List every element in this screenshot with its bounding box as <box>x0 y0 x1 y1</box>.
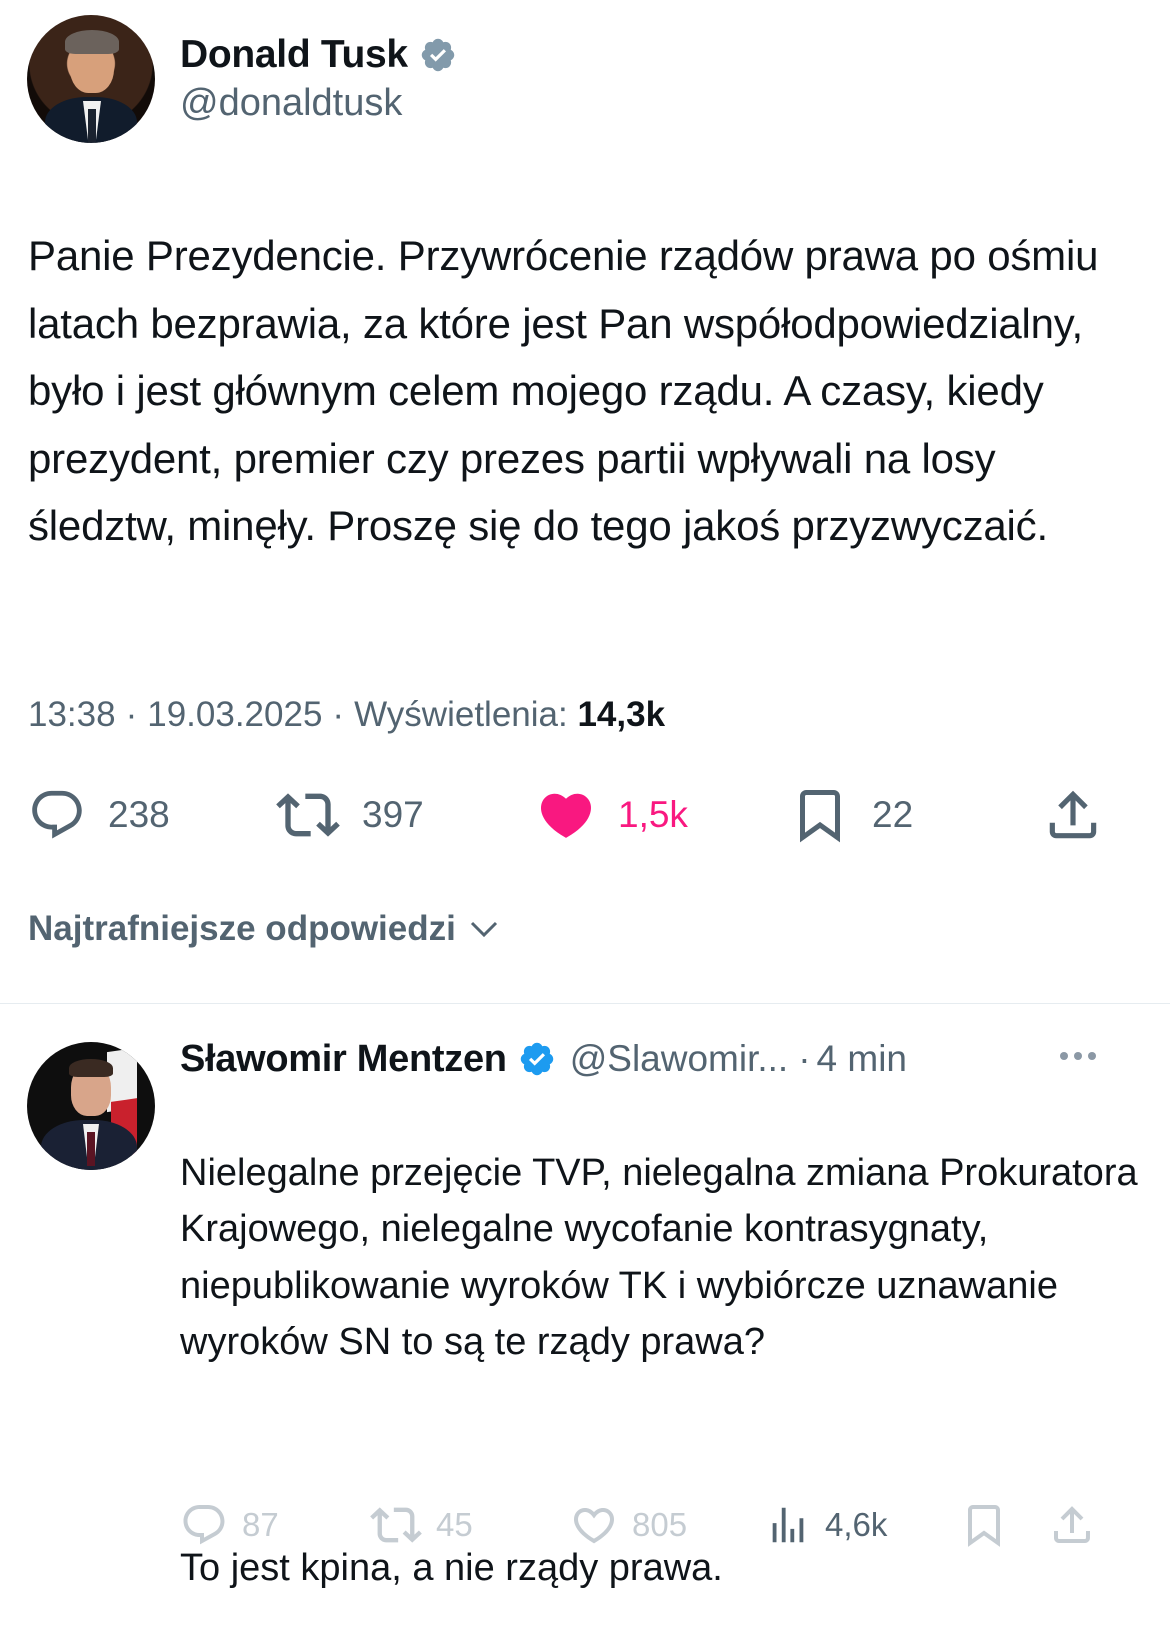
share-icon <box>1054 1506 1090 1543</box>
reply-actions: 87 45 805 4,6k <box>0 1500 1170 1550</box>
reply-bookmark-button[interactable] <box>960 1500 1008 1550</box>
verified-badge-icon <box>520 1042 553 1076</box>
reply-header: Sławomir Mentzen @Slawomir... · 4 min <box>180 1036 907 1082</box>
heart-filled-icon <box>540 793 592 838</box>
reply-share-button[interactable] <box>1048 1500 1096 1550</box>
replies-sort-dropdown[interactable]: Najtrafniejsze odpowiedzi <box>28 909 502 949</box>
meta-separator: · <box>332 695 345 734</box>
bookmark-count: 22 <box>872 794 914 835</box>
reply-paragraph: Nielegalne przejęcie TVP, nielegalna zmi… <box>180 1151 1138 1364</box>
reply-views-button[interactable]: 4,6k <box>765 1500 887 1550</box>
author-avatar[interactable] <box>27 15 155 143</box>
reply-author-name[interactable]: Sławomir Mentzen <box>180 1038 507 1081</box>
share-icon <box>1049 790 1097 839</box>
views-label: Wyświetlenia: <box>354 695 568 734</box>
repost-icon <box>370 1507 422 1543</box>
replies-sort-label: Najtrafniejsze odpowiedzi <box>28 909 456 948</box>
reply-reply-count: 87 <box>242 1506 279 1543</box>
reply-count: 238 <box>108 794 170 835</box>
meta-separator: · <box>125 695 138 734</box>
reply-repost-count: 45 <box>436 1506 473 1543</box>
share-button[interactable] <box>1042 780 1104 850</box>
author-name-row[interactable]: Donald Tusk <box>180 33 457 77</box>
repost-count: 397 <box>362 794 424 835</box>
heart-icon <box>573 1508 615 1544</box>
repost-button[interactable]: 397 <box>276 780 424 850</box>
verified-government-badge-icon <box>421 38 455 72</box>
bookmark-icon <box>800 790 840 843</box>
tweet-time[interactable]: 13:38 <box>28 695 116 735</box>
like-button[interactable]: 1,5k <box>536 780 688 850</box>
tweet-date[interactable]: 19.03.2025 <box>147 695 322 735</box>
repost-icon <box>276 793 340 837</box>
reply-separator: · <box>798 1038 811 1079</box>
tweet-actions: 238 397 1,5k 22 <box>0 780 1170 850</box>
author-handle[interactable]: @donaldtusk <box>180 82 402 125</box>
reply-icon <box>183 1505 225 1545</box>
reply-author-avatar[interactable] <box>27 1042 155 1170</box>
reply-author-handle[interactable]: @Slawomir... <box>570 1038 789 1080</box>
reply-icon <box>32 790 82 839</box>
reply-views-count: 4,6k <box>825 1506 888 1543</box>
tweet-meta: 13:38 · 19.03.2025 · Wyświetlenia: 14,3k <box>28 695 665 735</box>
views-chart-icon <box>772 1507 804 1543</box>
like-count: 1,5k <box>618 794 688 835</box>
more-options-icon[interactable] <box>1058 1046 1098 1066</box>
reply-reply-button[interactable]: 87 <box>180 1500 279 1550</box>
tweet-text: Panie Prezydencie. Przywrócenie rządów p… <box>28 232 1099 549</box>
reply-button[interactable]: 238 <box>28 780 170 850</box>
author-name[interactable]: Donald Tusk <box>180 33 408 77</box>
bookmark-button[interactable]: 22 <box>790 780 913 850</box>
reply-time[interactable]: 4 min <box>817 1038 907 1080</box>
views-count: 14,3k <box>577 695 666 734</box>
bookmark-icon <box>968 1505 1000 1547</box>
chevron-down-icon <box>470 921 497 938</box>
reply-repost-button[interactable]: 45 <box>370 1500 473 1550</box>
reply-like-count: 805 <box>632 1506 688 1543</box>
reply-like-button[interactable]: 805 <box>570 1500 687 1550</box>
